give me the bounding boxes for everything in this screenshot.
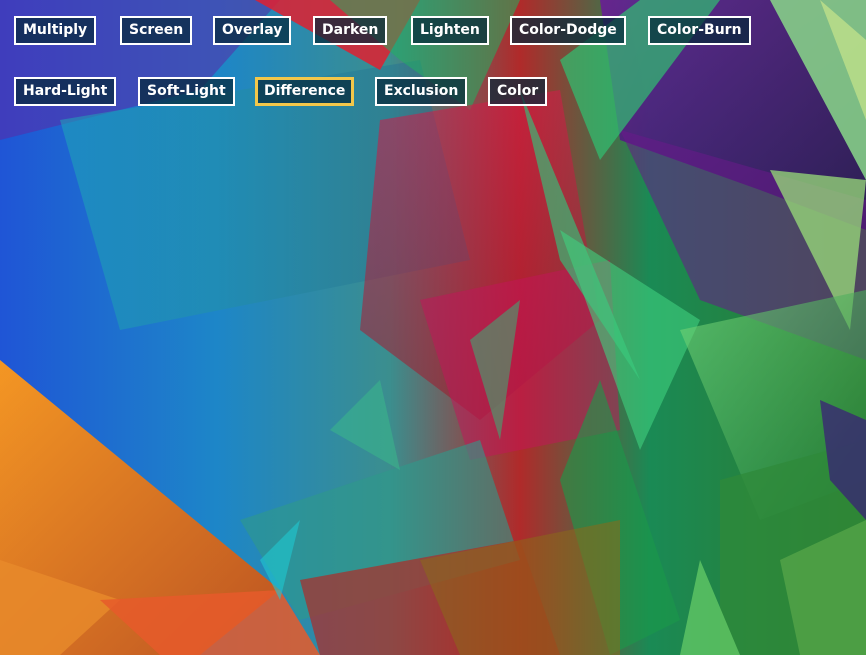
blend-button-lighten[interactable]: Lighten — [411, 16, 489, 45]
blend-button-color-burn[interactable]: Color-Burn — [648, 16, 751, 45]
blend-button-multiply[interactable]: Multiply — [14, 16, 97, 45]
blend-button-screen[interactable]: Screen — [120, 16, 193, 45]
blend-button-color-dodge[interactable]: Color-Dodge — [510, 16, 626, 45]
blend-button-darken[interactable]: Darken — [313, 16, 388, 45]
blend-button-difference[interactable]: Difference — [255, 77, 355, 106]
blend-button-color[interactable]: Color — [488, 77, 548, 106]
blend-button-hard-light[interactable]: Hard-Light — [14, 77, 117, 106]
blend-button-overlay[interactable]: Overlay — [213, 16, 292, 45]
blend-button-soft-light[interactable]: Soft-Light — [138, 77, 235, 106]
blend-button-exclusion[interactable]: Exclusion — [375, 77, 468, 106]
